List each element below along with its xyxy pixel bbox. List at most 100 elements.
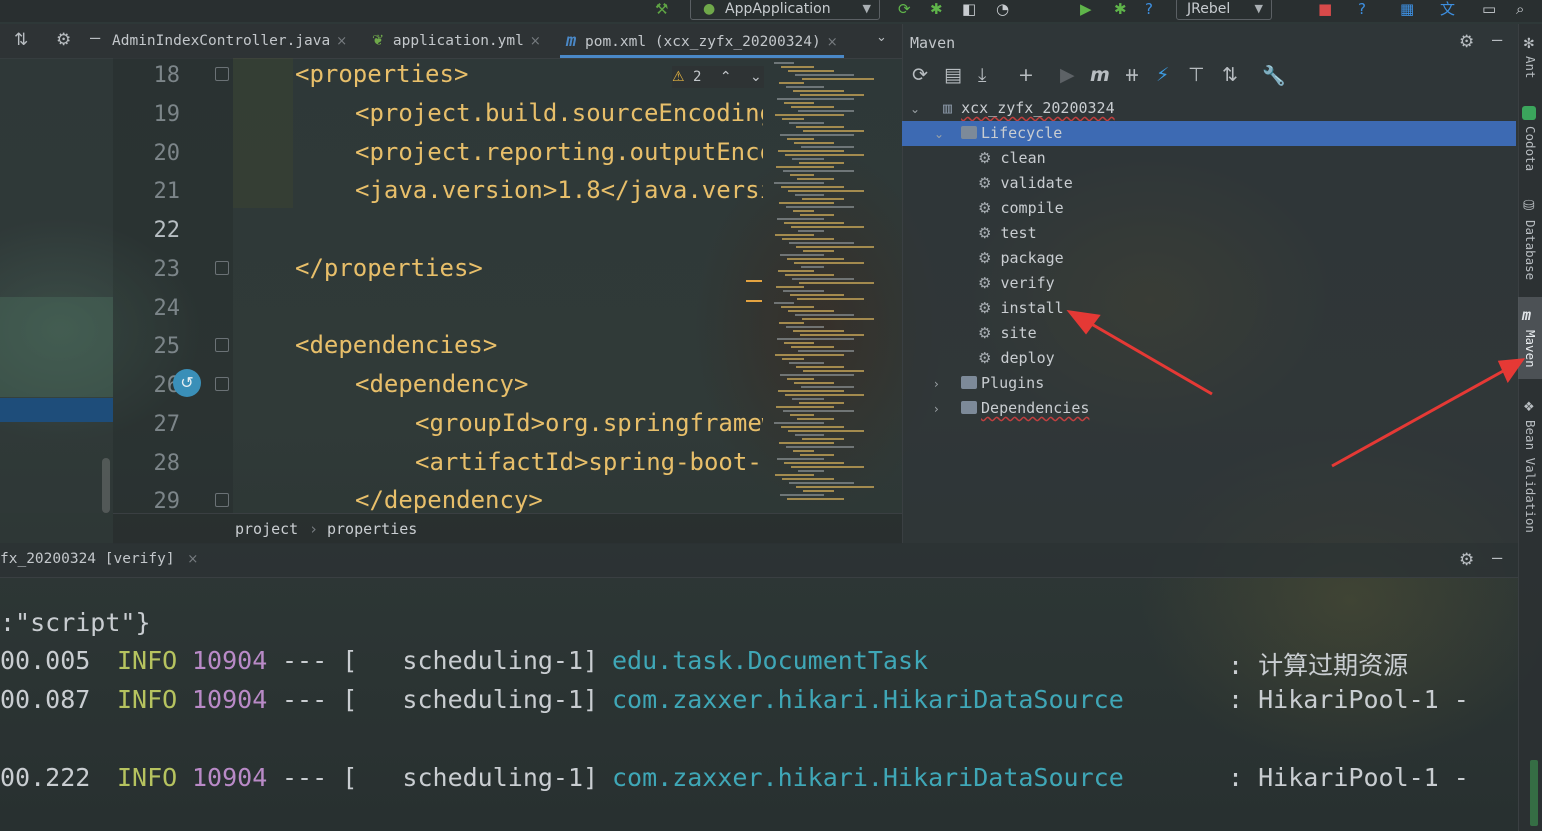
jrebel-debug-icon[interactable]: ✱ — [1114, 0, 1127, 18]
tab-application-yml[interactable]: ❦ application.yml × — [372, 24, 541, 58]
fold-marker[interactable] — [215, 493, 229, 507]
run-configuration-select[interactable]: ● AppApplication ▼ — [690, 0, 880, 20]
close-icon[interactable]: × — [530, 34, 541, 49]
jrebel-run-icon[interactable]: ▶ — [1080, 0, 1092, 18]
lifecycle-phase-clean[interactable]: ⚙ clean — [902, 146, 1516, 171]
minimap-line — [798, 350, 854, 352]
search-icon[interactable]: ⌕ — [1516, 0, 1524, 18]
minimap-line — [779, 322, 804, 324]
collapse-all-icon[interactable]: ⇅ — [1222, 64, 1238, 86]
dependencies-node[interactable]: › Dependencies — [902, 396, 1516, 421]
lifecycle-phase-site[interactable]: ⚙ site — [902, 321, 1516, 346]
gear-icon[interactable]: ⚙ — [1459, 32, 1474, 52]
close-icon[interactable]: × — [827, 35, 838, 50]
jrebel-help-icon[interactable]: ? — [1145, 0, 1153, 18]
tab-pom-xml[interactable]: m pom.xml (xcx_zyfx_20200324) × — [560, 24, 844, 58]
minimap-line — [802, 438, 844, 440]
download-icon[interactable]: ⤓ — [978, 64, 986, 86]
minimap-line — [787, 258, 844, 260]
warning-stripe[interactable] — [746, 300, 762, 302]
minimize-icon[interactable]: — — [1492, 30, 1502, 50]
lifecycle-phase-verify[interactable]: ⚙ verify — [902, 271, 1516, 296]
wrench-icon[interactable]: 🔧 — [1262, 64, 1286, 87]
reload-icon[interactable]: ⟳ — [912, 64, 928, 86]
fold-marker[interactable] — [215, 67, 229, 81]
close-icon[interactable]: × — [336, 34, 347, 49]
breadcrumb-item[interactable]: properties — [327, 514, 417, 544]
console-output[interactable]: :"script"} 00.005 INFO 10904 --- [ sched… — [0, 610, 1518, 831]
minimap-line — [792, 278, 854, 280]
rerun-icon[interactable]: ⟳ — [898, 0, 911, 18]
jrebel-select[interactable]: JRebel ▼ — [1176, 0, 1272, 20]
breadcrumb-item[interactable]: project — [235, 514, 298, 544]
minimize-icon[interactable]: — — [1492, 548, 1502, 568]
minimap-line — [785, 394, 864, 396]
minimap-line — [789, 122, 824, 124]
terminal-icon[interactable]: ▭ — [1482, 0, 1496, 18]
lifecycle-phase-validate[interactable]: ⚙ validate — [902, 171, 1516, 196]
project-structure-icon[interactable]: ▦ — [1400, 0, 1414, 18]
memory-indicator[interactable] — [1530, 760, 1538, 826]
tab-list-chevron-icon[interactable]: ⌄ — [876, 30, 887, 45]
execute-goal-icon[interactable]: m — [1090, 64, 1110, 86]
maven-project-node[interactable]: ⌄ ▥ xcx_zyfx_20200324 — [902, 96, 1516, 121]
collapse-all-icon[interactable]: ⇅ — [14, 30, 28, 50]
gear-icon: ⚙ — [978, 149, 992, 167]
tool-window-database[interactable]: Database — [1523, 220, 1538, 280]
lifecycle-phase-install[interactable]: ⚙ install — [902, 296, 1516, 321]
code-line: <dependency> — [355, 370, 529, 398]
close-icon[interactable]: × — [187, 552, 198, 567]
toggle-offline-icon[interactable]: ⧺ — [1124, 64, 1140, 86]
phase-label: deploy — [1000, 349, 1055, 367]
minimap-line — [796, 366, 844, 368]
lifecycle-phase-test[interactable]: ⚙ test — [902, 221, 1516, 246]
minimap-line — [780, 494, 824, 496]
spring-boot-gutter-icon[interactable]: ↺ — [173, 369, 201, 397]
gear-icon[interactable]: ⚙ — [1459, 550, 1474, 570]
help-icon[interactable]: ? — [1358, 0, 1366, 18]
console-line: :"script"} — [0, 610, 151, 637]
coverage-icon[interactable]: ◧ — [962, 0, 976, 18]
skip-tests-icon[interactable]: ⚡ — [1156, 64, 1169, 86]
code-line: </properties> — [295, 254, 483, 282]
run-tab[interactable]: fx_20200324 [verify] × — [0, 551, 198, 567]
show-dependencies-icon[interactable]: ⊤ — [1188, 64, 1205, 86]
inspection-widget[interactable]: ⚠ 2 ⌃ ⌄ — [672, 66, 764, 88]
plugins-node[interactable]: › Plugins — [902, 371, 1516, 396]
tool-window-bean-validation[interactable]: Bean Validation — [1523, 420, 1538, 533]
tool-window-codota[interactable]: Codota — [1523, 126, 1538, 171]
fold-marker[interactable] — [215, 377, 229, 391]
stop-icon[interactable]: ■ — [1318, 0, 1332, 18]
minimap-line — [776, 166, 834, 168]
scrollbar-thumb[interactable] — [102, 458, 110, 513]
yaml-leaf-icon: ❦ — [372, 33, 385, 49]
run-icon[interactable]: ▶ — [1060, 64, 1075, 86]
build-hammer-icon[interactable]: ⚒ — [655, 0, 668, 18]
lifecycle-phase-compile[interactable]: ⚙ compile — [902, 196, 1516, 221]
generate-sources-icon[interactable]: ▤ — [944, 64, 962, 86]
minimap-line — [776, 406, 834, 408]
breadcrumb: project › properties — [113, 513, 902, 544]
log-pid: 10904 — [192, 763, 268, 792]
warning-stripe[interactable] — [746, 280, 762, 282]
minimize-icon[interactable]: — — [90, 28, 100, 48]
fold-marker[interactable] — [215, 261, 229, 275]
lifecycle-phase-deploy[interactable]: ⚙ deploy — [902, 346, 1516, 371]
translate-icon[interactable]: 文 — [1440, 0, 1455, 18]
debug-bug-icon[interactable]: ✱ — [930, 0, 943, 18]
code-minimap[interactable] — [770, 58, 900, 513]
fold-marker[interactable] — [215, 338, 229, 352]
code-editor[interactable]: <properties> <project.build.sourceEncodi… — [233, 58, 763, 513]
lifecycle-phase-package[interactable]: ⚙ package — [902, 246, 1516, 271]
lifecycle-node[interactable]: ⌄ Lifecycle — [902, 121, 1516, 146]
tool-window-ant[interactable]: Ant — [1523, 56, 1538, 79]
next-highlight-icon[interactable]: ⌄ — [750, 69, 762, 85]
prev-highlight-icon[interactable]: ⌃ — [720, 69, 732, 85]
profiler-icon[interactable]: ◔ — [996, 0, 1009, 18]
gear-icon[interactable]: ⚙ — [56, 30, 71, 50]
minimap-line — [780, 374, 854, 376]
dependencies-label: Dependencies — [981, 399, 1090, 417]
add-icon[interactable]: + — [1018, 64, 1034, 86]
tool-window-maven[interactable]: Maven — [1523, 330, 1538, 368]
tab-admin-index-controller[interactable]: AdminIndexController.java × — [112, 24, 347, 58]
